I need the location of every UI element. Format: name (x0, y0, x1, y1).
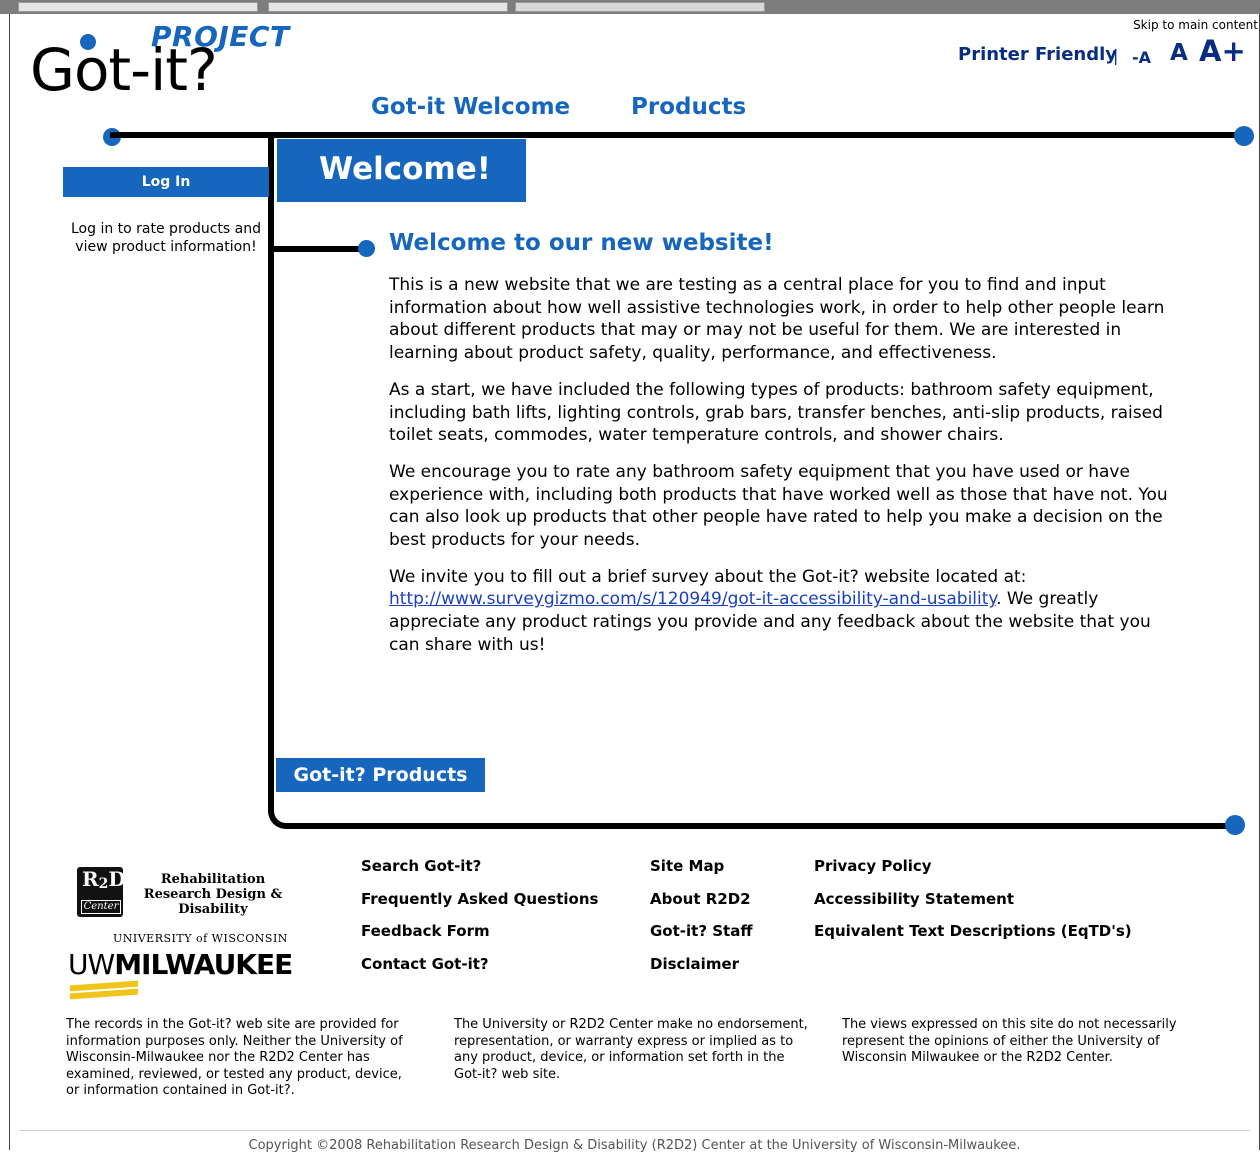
vertical-track-line (268, 132, 288, 829)
products-paragraph: As a start, we have included the followi… (389, 379, 1163, 446)
survey-intro-text: We invite you to fill out a brief survey… (389, 566, 1027, 587)
r2d2-logo: R2D2 Center (77, 867, 135, 917)
got-it-products-tab[interactable]: Got-it? Products (276, 758, 485, 792)
page: PROJECT Got-it? Skip to main content Pri… (9, 14, 1260, 1153)
r2d2-logo-letters: R2D2 (82, 867, 136, 892)
footer-link-feedback[interactable]: Feedback Form (361, 922, 490, 940)
login-button[interactable]: Log In (63, 167, 269, 197)
header-separator: | (1113, 46, 1119, 65)
disclaimer-middle: The University or R2D2 Center make no en… (454, 1017, 808, 1082)
footer-link-search[interactable]: Search Got-it? (361, 857, 481, 875)
intro-paragraph: This is a new website that we are testin… (389, 275, 1165, 364)
heading-branch-line (272, 246, 367, 252)
printer-friendly-link[interactable]: Printer Friendly (958, 44, 1117, 65)
footer-link-about[interactable]: About R2D2 (650, 890, 751, 908)
track-end-dot-icon (1234, 126, 1254, 146)
login-description: Log in to rate products and view product… (71, 221, 261, 255)
welcome-tab: Welcome! (277, 139, 526, 202)
font-size-normal-button[interactable]: A (1170, 40, 1188, 66)
footer-link-accessibility[interactable]: Accessibility Statement (814, 890, 1014, 908)
encourage-paragraph: We encourage you to rate any bathroom sa… (389, 461, 1168, 551)
logo-wordmark[interactable]: Got-it? (30, 36, 218, 104)
footer-link-faq[interactable]: Frequently Asked Questions (361, 890, 598, 908)
skip-to-main-link[interactable]: Skip to main content (1133, 18, 1258, 32)
footer-link-staff[interactable]: Got-it? Staff (650, 922, 753, 940)
font-size-increase-button[interactable]: A+ (1199, 34, 1246, 68)
footer-divider (20, 1130, 1250, 1131)
browser-address-bar (515, 2, 765, 12)
footer-link-sitemap[interactable]: Site Map (650, 857, 724, 875)
page-heading: Welcome to our new website! (389, 230, 774, 256)
r2d2-title: Rehabilitation Research Design & Disabil… (143, 872, 283, 917)
footer-link-eqtd[interactable]: Equivalent Text Descriptions (EqTD's) (814, 922, 1132, 940)
bottom-track-end-dot-icon (1225, 815, 1245, 835)
footer-link-disclaimer[interactable]: Disclaimer (650, 955, 739, 973)
browser-tab (18, 2, 258, 12)
uw-university-label: UNIVERSITY of WISCONSIN (113, 932, 288, 945)
bottom-track-line (285, 823, 1235, 829)
font-size-decrease-button[interactable]: -A (1132, 48, 1151, 67)
survey-paragraph: We invite you to fill out a brief survey… (389, 566, 1179, 657)
browser-tab (268, 2, 508, 12)
browser-chrome-strip (0, 0, 1260, 14)
nav-products[interactable]: Products (631, 94, 746, 120)
r2d2-logo-center: Center (81, 900, 121, 914)
footer-link-contact[interactable]: Contact Got-it? (361, 955, 489, 973)
copyright-text: Copyright ©2008 Rehabilitation Research … (248, 1138, 1021, 1153)
footer-link-privacy[interactable]: Privacy Policy (814, 857, 932, 875)
survey-link[interactable]: http://www.surveygizmo.com/s/120949/got-… (389, 589, 996, 609)
heading-dot-icon (358, 240, 375, 257)
nav-got-it-welcome[interactable]: Got-it Welcome (371, 94, 570, 120)
uw-milwaukee-logo: UWMILWAUKEE (68, 948, 293, 981)
disclaimer-left: The records in the Got-it? web site are … (66, 1017, 403, 1098)
disclaimer-right: The views expressed on this site do not … (842, 1017, 1177, 1065)
main-content: This is a new website that we are testin… (389, 274, 1179, 671)
